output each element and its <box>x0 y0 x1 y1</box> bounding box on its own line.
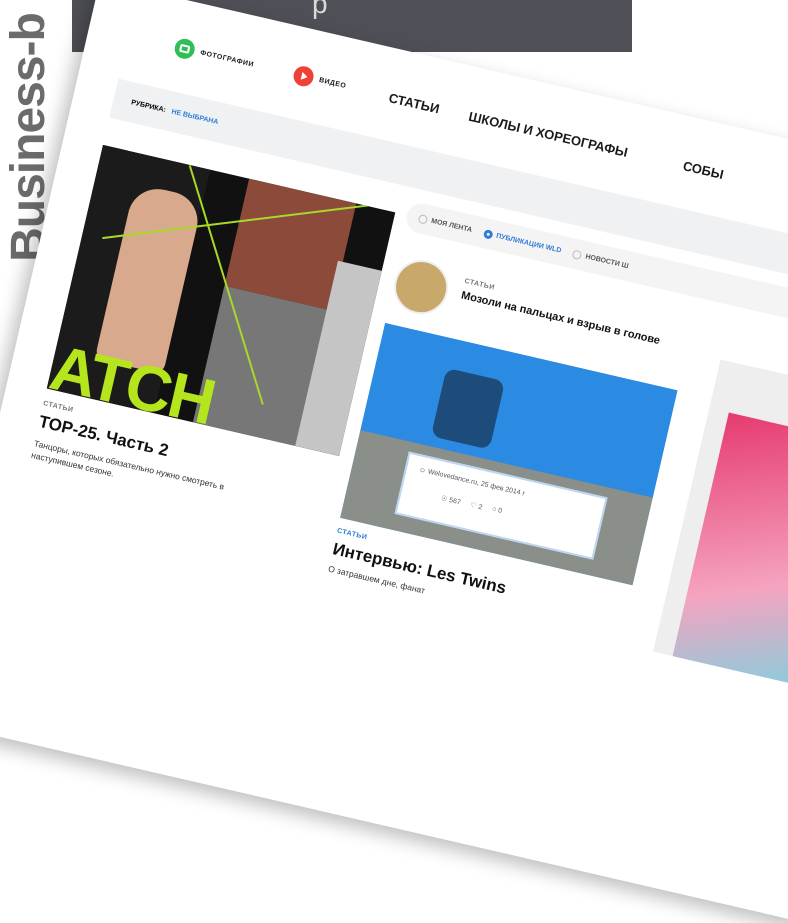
nav-video[interactable]: ВИДЕО <box>291 64 349 96</box>
nav-events-label: СОБЫ <box>681 158 726 183</box>
partial-card-image <box>672 412 788 697</box>
author-avatar <box>388 254 454 320</box>
likes-count: 2 <box>477 503 483 512</box>
filter-school-news-label[interactable]: НОВОСТИ Ш <box>585 253 629 270</box>
nav-articles-label: СТАТЬИ <box>387 90 441 117</box>
article-card-top25[interactable]: ATCH СТАТЬИ ТОР-25. Часть 2 Танцоры, кот… <box>29 144 396 534</box>
website-screenshot: ФОТОГРАФИИ ВИДЕО СТАТЬИ ШКОЛЫ И ХОРЕОГРА… <box>0 0 788 923</box>
nav-events[interactable]: СОБЫ <box>682 158 726 182</box>
comment-icon: ○ <box>491 505 497 514</box>
nav-photos-label: ФОТОГРАФИИ <box>199 49 255 69</box>
radio-my-feed[interactable] <box>417 213 429 225</box>
nav-video-label: ВИДЕО <box>318 76 347 90</box>
play-icon <box>291 64 316 89</box>
likes-stat[interactable]: ♡ 2 <box>469 501 483 512</box>
comments-count: 0 <box>497 507 503 515</box>
nav-schools[interactable]: ШКОЛЫ И ХОРЕОГРАФЫ <box>467 109 629 160</box>
filter-wld-label[interactable]: ПУБЛИКАЦИИ WLD <box>496 232 562 254</box>
rubric-select[interactable]: НЕ ВЫБРАНА <box>171 108 219 126</box>
card-headline-top[interactable]: Мозоли на пальцах и взрыв в голове <box>460 290 668 350</box>
eye-icon: ☉ <box>440 495 449 504</box>
heart-icon: ♡ <box>469 501 478 511</box>
card-category: СТАТЬИ <box>42 400 75 414</box>
photo-stats: ☉ 567 ♡ 2 ○ 0 <box>440 494 502 516</box>
nav-articles[interactable]: СТАТЬИ <box>387 90 441 116</box>
card-category-top: СТАТЬИ <box>463 277 496 292</box>
views-stat: ☉ 567 <box>440 494 461 506</box>
user-icon: ☺ <box>418 466 427 475</box>
article-card-les-twins[interactable]: СТАТЬИ Мозоли на пальцах и взрыв в голов… <box>327 254 703 637</box>
comments-stat[interactable]: ○ 0 <box>491 505 503 516</box>
card-category: СТАТЬИ <box>336 527 368 542</box>
les-twins-photo: ☺ Welovedance.ru, 25 фев 2014 г ☉ 567 ♡ … <box>340 322 678 586</box>
radio-wld-publications[interactable] <box>482 228 494 240</box>
radio-school-news[interactable] <box>571 248 583 260</box>
nav-photos[interactable]: ФОТОГРАФИИ <box>172 36 256 75</box>
nav-schools-label: ШКОЛЫ И ХОРЕОГРАФЫ <box>467 108 630 160</box>
top-bar-text: р <box>312 0 328 19</box>
rubric-label: РУБРИКА: <box>130 98 167 114</box>
filter-my-feed-label[interactable]: МОЯ ЛЕНТА <box>431 217 473 233</box>
views-count: 567 <box>448 496 462 507</box>
collage-image: ATCH <box>46 144 396 456</box>
camera-icon <box>172 36 197 61</box>
